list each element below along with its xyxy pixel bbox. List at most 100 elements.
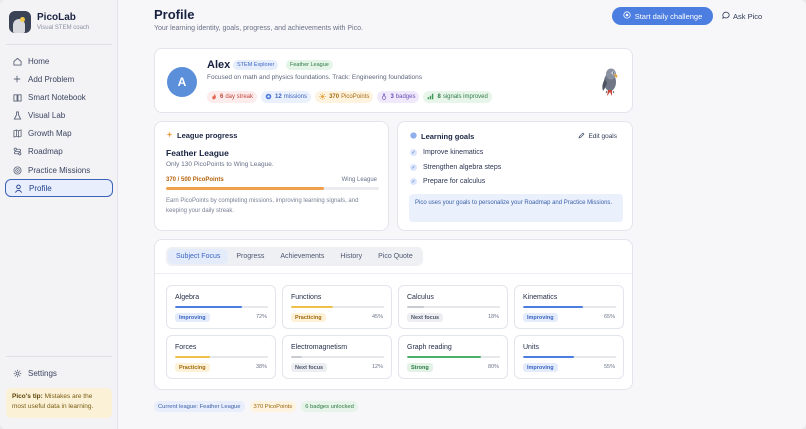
sidebar-item-home[interactable]: Home [5,52,113,70]
subject-card-functions[interactable]: Functions Practicing 45% [282,285,392,329]
goal-label: Improve kinematics [423,149,484,156]
subject-progress-bar [175,356,268,358]
goals-heading: Learning goals [410,132,474,141]
sidebar: PicoLab Visual STEM coach Home Add Probl… [0,0,118,429]
status-badge: Practicing [291,313,326,322]
sidebar-item-label: Settings [28,368,57,378]
sidebar-item-practice-missions[interactable]: Practice Missions [5,161,113,179]
subject-progress-fill [407,306,424,308]
sidebar-item-roadmap[interactable]: Roadmap [5,143,113,161]
goals-heading-label: Learning goals [421,132,475,141]
status-badge: Improving [175,313,210,322]
sidebar-item-settings[interactable]: Settings [5,364,113,382]
subject-card-kinematics[interactable]: Kinematics Improving 65% [514,285,624,329]
sidebar-item-add-problem[interactable]: Add Problem [5,70,113,88]
explorer-badge: STEM Explorer [233,60,279,70]
ask-pico-button[interactable]: Ask Pico [722,7,762,25]
sidebar-item-smart-notebook[interactable]: Smart Notebook [5,88,113,106]
tab-history[interactable]: History [332,249,370,264]
sidebar-item-label: Practice Missions [28,165,91,175]
sparkle-icon [623,11,631,21]
subject-name: Algebra [175,294,200,301]
book-icon [12,92,22,102]
subject-progress-bar [523,356,616,358]
league-progress-fill [166,187,324,190]
sidebar-item-profile[interactable]: Profile [5,179,113,198]
league-heading: League progress [166,131,237,140]
subject-percent: 18% [487,314,499,320]
picolab-logo-icon [9,11,31,33]
target-icon [265,93,272,102]
subject-progress-bar [291,356,384,358]
badges-unlocked-tag: 6 badges unlocked [301,401,358,412]
tab-progress[interactable]: Progress [228,249,272,264]
subject-progress-fill [291,356,303,358]
page-title: Profile [154,7,195,22]
league-progress-bar [166,187,379,190]
subject-percent: 80% [487,364,499,370]
tabs-divider [155,273,632,274]
sidebar-item-growth-map[interactable]: Growth Map [5,125,113,143]
pencil-icon [578,132,585,141]
brand[interactable]: PicoLab Visual STEM coach [9,11,89,33]
gear-icon [12,368,22,378]
goal-item: ✓ Prepare for calculus [410,178,485,185]
user-icon [13,183,23,193]
sidebar-item-visual-lab[interactable]: Visual Lab [5,107,113,125]
subject-progress-fill [523,356,575,358]
profile-name: Alex [207,59,231,71]
missions-stat: 12 missions [261,91,312,103]
goal-label: Strengthen algebra steps [423,164,502,171]
profile-focus: Focused on math and physics foundations.… [207,74,422,81]
subject-card-electromagnetism[interactable]: Electromagnetism Next focus 12% [282,335,392,379]
edit-goals-button[interactable]: Edit goals [578,132,617,141]
subject-progress-bar [291,306,384,308]
subject-name: Calculus [407,294,434,301]
app-name: PicoLab [37,12,76,23]
points-label: PicoPoints [341,94,370,100]
goal-item: ✓ Improve kinematics [410,149,483,156]
subject-progress-fill [407,356,482,358]
target-icon [12,165,22,175]
map-icon [12,129,22,139]
pico-tip: Pico's tip: Mistakes are the most useful… [6,388,112,418]
check-icon: ✓ [410,178,417,185]
points-stat: 370 PicoPoints [315,91,374,103]
profile-tabs: Subject Focus Progress Achievements Hist… [166,247,423,266]
start-daily-challenge-button[interactable]: Start daily challenge [612,7,713,25]
subject-card-calculus[interactable]: Calculus Next focus 18% [398,285,508,329]
subject-card-graph-reading[interactable]: Graph reading Strong 80% [398,335,508,379]
status-badge: Next focus [291,363,328,372]
tab-achievements[interactable]: Achievements [272,249,332,264]
signal-bars-icon [427,93,434,102]
league-badge: Feather League [286,60,333,70]
badges-value: 3 [390,94,394,100]
subject-name: Units [523,344,539,351]
picopoints-tag: 370 PicoPoints [249,401,297,412]
sparkle-icon [166,131,173,140]
sidebar-item-label: Home [28,56,50,66]
subject-name: Kinematics [523,294,558,301]
subject-percent: 12% [371,364,383,370]
app-tagline: Visual STEM coach [37,25,90,31]
sidebar-item-label: Profile [29,183,52,193]
current-league-tag: Current league: Feather League [154,401,245,412]
league-progress-card: League progress Feather League Only 130 … [154,121,389,231]
subject-card-forces[interactable]: Forces Practicing 38% [166,335,276,379]
tab-subject-focus[interactable]: Subject Focus [168,249,229,264]
chat-icon [722,11,730,21]
goal-item: ✓ Strengthen algebra steps [410,164,501,171]
home-icon [12,56,22,66]
flame-icon [211,93,217,102]
subject-card-algebra[interactable]: Algebra Improving 72% [166,285,276,329]
summary-tags: Current league: Feather League 370 PicoP… [154,401,363,412]
medal-icon [381,93,387,102]
status-badge: Improving [523,363,558,372]
status-badge: Next focus [407,313,444,322]
tab-pico-quote[interactable]: Pico Quote [370,249,421,264]
signals-stat: 8 signals improved [423,91,492,103]
ask-pico-label: Ask Pico [733,11,763,21]
subject-card-units[interactable]: Units Improving 55% [514,335,624,379]
avatar[interactable]: A [167,67,197,97]
sidebar-item-label: Add Problem [28,74,75,84]
